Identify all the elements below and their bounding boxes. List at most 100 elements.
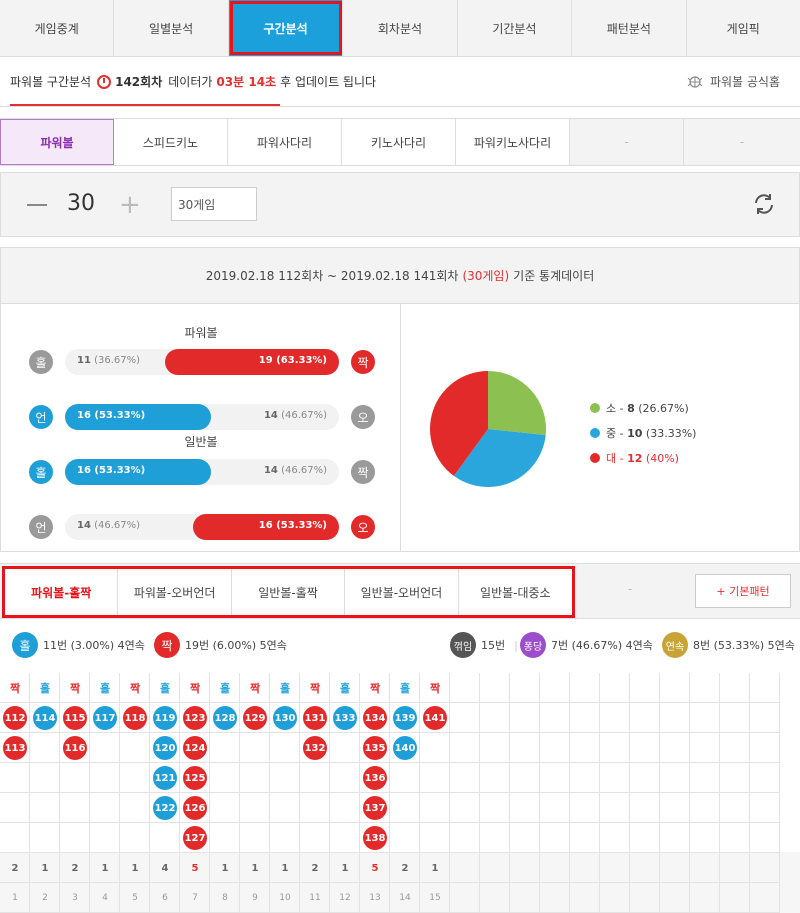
grid-cell <box>660 733 690 763</box>
refresh-icon[interactable] <box>751 191 777 217</box>
tab-game-pick[interactable]: 게임픽 <box>687 0 800 56</box>
powerball-section-title: 파워볼 <box>184 326 218 340</box>
ratio-bars: 파워볼 일반볼 홀 11 (36.67%) 19 (63.33%) 짝 언 16 (53.… <box>1 304 401 552</box>
column-count: 1 <box>431 862 439 874</box>
column-count: 1 <box>251 862 259 874</box>
grid-cell <box>90 763 120 793</box>
tab-normal-odd-even[interactable]: 일반볼-홀짝 <box>232 569 346 615</box>
round-ball: 138 <box>363 826 387 850</box>
tab-pattern-analysis[interactable]: 패턴분석 <box>572 0 687 56</box>
tab-daily-analysis[interactable]: 일별분석 <box>114 0 229 56</box>
grid-cell <box>330 763 360 793</box>
info-prefix: 파워볼 구간분석 <box>10 75 92 89</box>
even-stats: 19번 (6.00%) 5연속 <box>185 639 287 652</box>
increase-button[interactable]: + <box>119 192 141 218</box>
column-count: 4 <box>161 862 169 874</box>
grid-cell <box>690 793 720 823</box>
grid-cell <box>510 793 540 823</box>
grid-cell <box>750 883 780 913</box>
official-home-label: 파워볼 공식홈 <box>709 75 780 89</box>
pong-badge: 퐁당 <box>520 632 546 658</box>
column-count: 1 <box>131 862 139 874</box>
stats-games: (30게임) <box>462 269 510 283</box>
decrease-button[interactable] <box>27 204 47 206</box>
ratio-track: 16 (53.33%) 14 (46.67%) <box>65 404 339 430</box>
legend-item: 소 - 8 (26.67%) <box>590 395 696 420</box>
grid-cell <box>420 733 450 763</box>
column-count: 5 <box>371 862 379 874</box>
grid-cell <box>570 823 600 853</box>
tab-power-keno-ladder[interactable]: 파워키노사다리 <box>456 119 570 165</box>
grid-cell <box>480 763 510 793</box>
grid-cell <box>480 853 510 883</box>
basic-pattern-button[interactable]: + 기본패턴 <box>695 574 791 608</box>
grid-cell <box>540 733 570 763</box>
column-index: 12 <box>339 893 351 903</box>
grid-cell <box>210 823 240 853</box>
pie-legend: 소 - 8 (26.67%) 중 - 10 (33.33%) 대 - 12 (40%… <box>590 395 696 470</box>
tab-empty-2: - <box>684 119 800 165</box>
tab-speedkeno[interactable]: 스피드키노 <box>114 119 228 165</box>
ratio-row: 홀 11 (36.67%) 19 (63.33%) 짝 <box>29 349 375 375</box>
grid-cell <box>90 823 120 853</box>
column-count: 1 <box>281 862 289 874</box>
ratio-left-label: 14 (46.67%) <box>77 520 141 531</box>
grid-cell <box>330 733 360 763</box>
pie-slice-0 <box>488 371 546 436</box>
column-count: 1 <box>341 862 349 874</box>
grid-cell <box>420 823 450 853</box>
column-index: 15 <box>429 893 441 903</box>
tab-section-analysis[interactable]: 구간분석 <box>228 0 344 56</box>
tab-normal-size[interactable]: 일반볼-대중소 <box>459 569 572 615</box>
grid-cell <box>270 823 300 853</box>
round-ball: 119 <box>153 706 177 730</box>
official-home-link[interactable]: 파워볼 공식홈 <box>686 73 780 90</box>
round-ball: 136 <box>363 766 387 790</box>
ratio-right-badge: 오 <box>351 515 375 539</box>
pattern-column-head: 홀 <box>219 682 231 695</box>
column-index: 11 <box>309 893 321 903</box>
ratio-right-label: 14 (46.67%) <box>263 410 327 421</box>
grid-cell <box>510 733 540 763</box>
grid-cell <box>540 793 570 823</box>
summary-bend: 꺾임 15번 | <box>450 632 522 658</box>
grid-cell <box>480 733 510 763</box>
tab-power-ladder[interactable]: 파워사다리 <box>228 119 342 165</box>
pattern-column-head: 홀 <box>399 682 411 695</box>
grid-cell <box>750 673 780 703</box>
round-ball: 131 <box>303 706 327 730</box>
tab-round-analysis[interactable]: 회차분석 <box>343 0 458 56</box>
tab-game-broadcast[interactable]: 게임중계 <box>0 0 115 56</box>
column-count: 1 <box>101 862 109 874</box>
tab-powerball[interactable]: 파워볼 <box>0 119 114 165</box>
update-info-bar: 파워볼 구간분석 142회차 데이터가 03분 14초 후 업데이트 됩니다 파… <box>0 57 800 107</box>
size-pie-chart <box>430 371 546 487</box>
grid-cell <box>390 823 420 853</box>
grid-cell <box>750 853 780 883</box>
tab-period-analysis[interactable]: 기간분석 <box>458 0 573 56</box>
ratio-left-badge: 언 <box>29 405 53 429</box>
ratio-row: 홀 16 (53.33%) 14 (46.67%) 짝 <box>29 459 375 485</box>
tab-normal-over-under[interactable]: 일반볼-오버언더 <box>345 569 459 615</box>
clock-icon <box>97 74 112 89</box>
round-ball: 125 <box>183 766 207 790</box>
grid-cell <box>630 793 660 823</box>
ratio-left-label: 16 (53.33%) <box>77 465 146 476</box>
legend-dot <box>590 427 600 438</box>
round-ball: 133 <box>333 706 357 730</box>
tab-powerball-over-under[interactable]: 파워볼-오버언더 <box>118 569 232 615</box>
tab-powerball-odd-even[interactable]: 파워볼-홀짝 <box>5 569 119 615</box>
game-count-select[interactable]: 30게임 <box>171 187 257 221</box>
round-ball: 135 <box>363 736 387 760</box>
run-stats: 8번 (53.33%) 5연속 <box>693 639 795 652</box>
grid-cell <box>450 673 480 703</box>
round-ball: 129 <box>243 706 267 730</box>
bend-badge: 꺾임 <box>450 632 476 658</box>
grid-cell <box>450 703 480 733</box>
tab-keno-ladder[interactable]: 키노사다리 <box>342 119 456 165</box>
grid-cell <box>630 733 660 763</box>
grid-cell <box>570 793 600 823</box>
grid-cell <box>690 823 720 853</box>
grid-cell <box>510 763 540 793</box>
grid-cell <box>690 883 720 913</box>
